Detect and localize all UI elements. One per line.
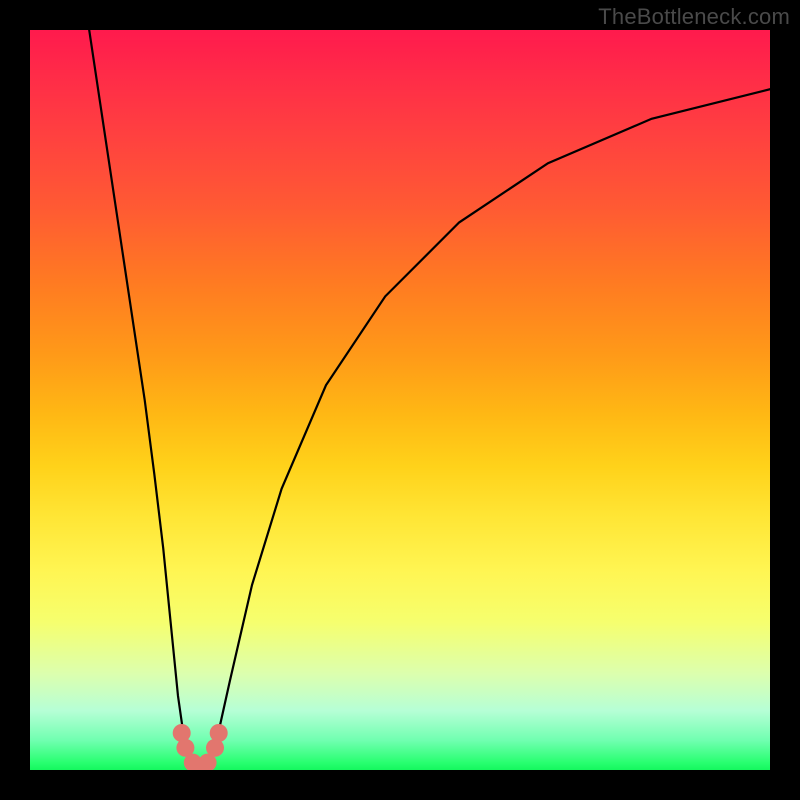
watermark-text: TheBottleneck.com <box>598 4 790 30</box>
chart-frame: TheBottleneck.com <box>0 0 800 800</box>
curve-markers <box>173 724 228 770</box>
curve-layer <box>30 30 770 770</box>
bottleneck-curve <box>89 30 770 770</box>
plot-area <box>30 30 770 770</box>
curve-marker <box>210 724 228 742</box>
